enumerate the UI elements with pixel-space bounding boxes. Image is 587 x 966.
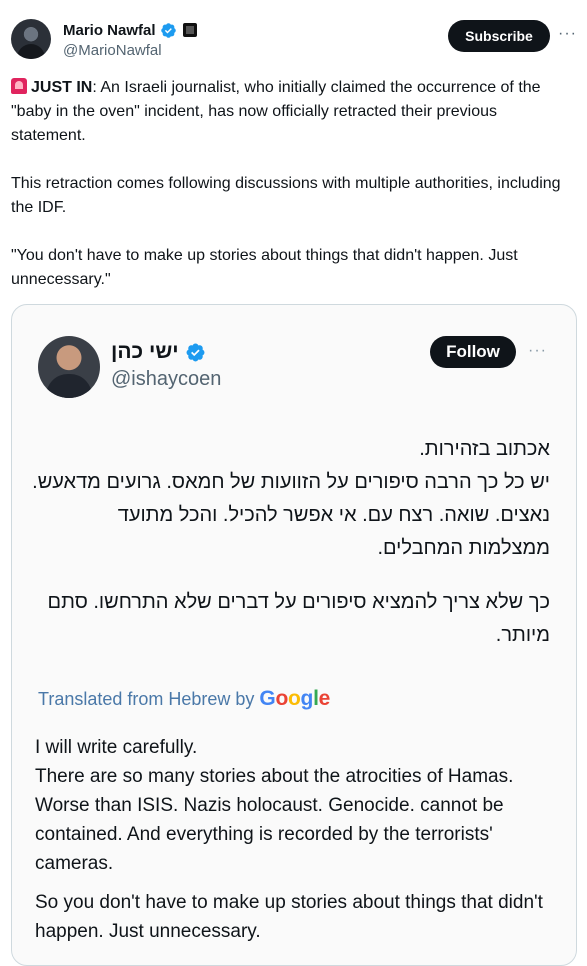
more-options-icon[interactable]: ··· <box>558 25 577 43</box>
embedded-follow-button: Follow <box>430 336 516 368</box>
embedded-screenshot-image[interactable]: ישי כהן @ishaycoen Follow ··· אכתוב בזהי… <box>11 304 577 966</box>
embedded-verified-badge-icon <box>186 343 205 361</box>
author-name[interactable]: Mario Nawfal <box>63 22 156 39</box>
subscribe-button[interactable]: Subscribe <box>448 20 550 52</box>
tweet-paragraph-2: This retraction comes following discussi… <box>11 175 561 216</box>
author-avatar[interactable] <box>11 19 51 59</box>
verified-badge-icon <box>160 22 176 38</box>
english-paragraph-2: So you don't have to make up stories abo… <box>35 892 543 942</box>
embedded-author-name: ישי כהן <box>111 340 179 363</box>
tweet-paragraph-3: "You don't have to make up stories about… <box>11 247 518 288</box>
embedded-author-avatar <box>38 336 100 398</box>
translated-prefix: Translated from Hebrew by <box>38 689 255 709</box>
hebrew-paragraph-2: כך שלא צריך להמציא סיפורים על דברים שלא … <box>47 591 551 646</box>
hebrew-paragraph-1: אכתוב בזהירות. יש כל כך הרבה סיפורים על … <box>32 438 550 559</box>
embedded-hebrew-text: אכתוב בזהירות. יש כל כך הרבה סיפורים על … <box>32 433 550 673</box>
embedded-author-handle: @ishaycoen <box>111 368 222 390</box>
english-paragraph-1: I will write carefully. There are so man… <box>35 737 514 874</box>
affiliate-badge-icon <box>182 23 197 37</box>
embedded-more-icon: ··· <box>528 342 547 359</box>
just-in-label: JUST IN <box>31 79 93 96</box>
translated-by-label: Translated from Hebrew by Google <box>38 687 330 711</box>
embedded-english-translation: I will write carefully. There are so man… <box>35 733 555 956</box>
tweet-paragraph-1: JUST IN: An Israeli journalist, who init… <box>11 76 576 148</box>
siren-emoji-icon <box>11 78 27 94</box>
tweet-text: JUST IN: An Israeli journalist, who init… <box>11 76 576 316</box>
author-block: Mario Nawfal @MarioNawfal <box>63 20 197 59</box>
author-handle[interactable]: @MarioNawfal <box>63 42 197 59</box>
google-logo: Google <box>259 687 330 710</box>
